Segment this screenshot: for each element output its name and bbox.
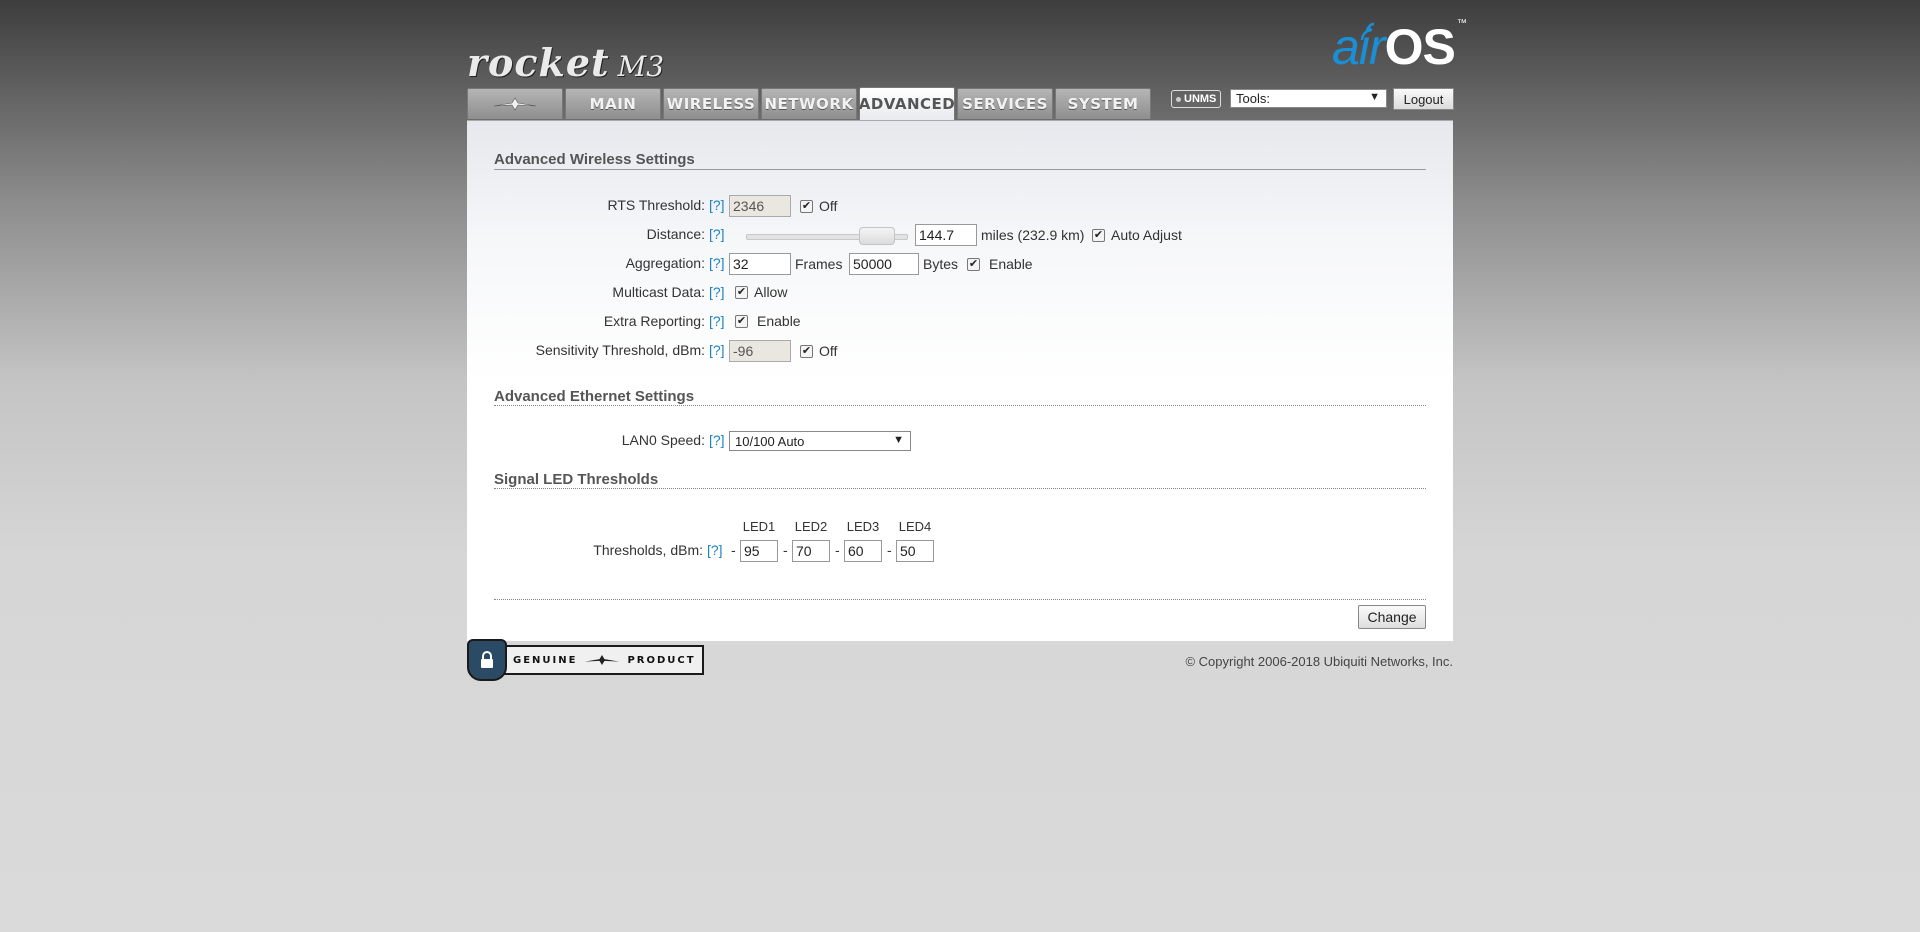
genuine-text: GENUINE [513,654,578,666]
aggregation-enable-checkbox[interactable]: ✔ [967,258,980,271]
ethernet-section-divider [494,405,1426,406]
led4-threshold-input[interactable]: 50 [896,540,934,562]
led3-dash: - [835,542,840,558]
dropdown-arrow-icon: ▼ [1369,91,1380,103]
tab-system[interactable]: SYSTEM [1055,88,1151,119]
tab-advanced[interactable]: ADVANCED [859,87,955,120]
lan0-help-link[interactable]: [?] [709,432,725,448]
led1-dash: - [731,542,736,558]
copyright-text: © Copyright 2006-2018 Ubiquiti Networks,… [1185,654,1453,669]
led3-threshold-input[interactable]: 60 [844,540,882,562]
aggregation-label: Aggregation: [625,255,705,271]
settings-panel: Advanced Wireless Settings RTS Threshold… [467,120,1453,641]
distance-help-link[interactable]: [?] [709,226,725,242]
tab-services[interactable]: SERVICES [957,88,1053,119]
rts-off-checkbox[interactable]: ✔ [800,200,813,213]
distance-label: Distance: [646,226,705,242]
actions-divider [494,599,1426,600]
ubiquiti-logo-icon [493,97,537,111]
multicast-allow-checkbox[interactable]: ✔ [735,286,748,299]
distance-units-label: miles (232.9 km) [981,227,1085,243]
rts-off-label: Off [819,198,838,214]
tab-wireless[interactable]: WIRELESS [663,88,759,119]
sensitivity-off-checkbox[interactable]: ✔ [800,345,813,358]
multicast-allow-label: Allow [754,284,788,300]
thresholds-help-link[interactable]: [?] [707,542,723,558]
product-text: PRODUCT [627,654,696,666]
tools-select-value: Tools: [1236,91,1270,106]
logout-button[interactable]: Logout [1393,88,1454,110]
bytes-label: Bytes [923,256,959,272]
rts-help-link[interactable]: [?] [709,197,725,213]
sensitivity-threshold-input[interactable]: -96 [729,340,791,362]
sensitivity-label: Sensitivity Threshold, dBm: [535,342,705,358]
brand-os: OS [1384,19,1456,75]
product-logo: rocket M3 [467,40,664,85]
lan0-speed-label: LAN0 Speed: [621,432,705,448]
genuine-product-band: GENUINE PRODUCT [499,645,704,675]
led-section-divider [494,488,1426,489]
signal-waves-icon [1360,22,1375,41]
aggregation-frames-input[interactable]: 32 [729,253,791,275]
tab-network[interactable]: NETWORK [761,88,857,119]
led1-threshold-input[interactable]: 95 [740,540,778,562]
extra-reporting-help-link[interactable]: [?] [709,313,725,329]
change-button[interactable]: Change [1358,605,1426,629]
aggregation-enable-label: Enable [989,256,1033,272]
extra-reporting-checkbox[interactable]: ✔ [735,315,748,328]
thresholds-label: Thresholds, dBm: [593,542,703,558]
led3-header: LED3 [846,519,880,534]
multicast-help-link[interactable]: [?] [709,284,725,300]
aggregation-bytes-input[interactable]: 50000 [849,253,919,275]
extra-reporting-enable-label: Enable [757,313,801,329]
led2-threshold-input[interactable]: 70 [792,540,830,562]
product-model: M3 [617,50,665,83]
dropdown-arrow-icon: ▼ [893,434,904,446]
tab-main[interactable]: MAIN [565,88,661,119]
unms-label: UNMS [1184,93,1217,105]
unms-badge[interactable]: UNMS [1171,90,1222,108]
distance-slider-handle[interactable] [858,227,895,245]
lock-shield-icon [467,639,507,681]
led1-header: LED1 [742,519,776,534]
tab-home[interactable] [467,88,563,119]
brand-tm: ™ [1456,18,1467,29]
ethernet-section-title: Advanced Ethernet Settings [494,388,695,405]
wireless-section-divider [494,169,1426,170]
wireless-section-title: Advanced Wireless Settings [494,151,695,168]
sensitivity-help-link[interactable]: [?] [709,342,725,358]
auto-adjust-label: Auto Adjust [1111,227,1182,243]
rts-threshold-input[interactable]: 2346 [729,195,791,217]
airos-logo: airOS ™ [1332,18,1467,76]
lan0-speed-value: 10/100 Auto [735,433,805,449]
aggregation-help-link[interactable]: [?] [709,255,725,271]
led-section-title: Signal LED Thresholds [494,471,659,488]
product-name: rocket [467,40,610,85]
rts-threshold-label: RTS Threshold: [607,197,705,213]
ubiquiti-logo-icon [585,655,620,665]
tools-select[interactable]: Tools: ▼ [1230,89,1387,108]
frames-label: Frames [795,256,843,272]
lan0-speed-select[interactable]: 10/100 Auto ▼ [729,431,911,451]
multicast-label: Multicast Data: [612,284,705,300]
led4-dash: - [887,542,892,558]
extra-reporting-label: Extra Reporting: [603,313,705,329]
unms-status-icon [1176,96,1181,102]
led2-header: LED2 [794,519,828,534]
led2-dash: - [783,542,788,558]
auto-adjust-checkbox[interactable]: ✔ [1092,229,1105,242]
main-tabs: MAIN WIRELESS NETWORK ADVANCED SERVICES … [467,87,1153,120]
sensitivity-off-label: Off [819,343,838,359]
distance-input[interactable]: 144.7 [915,224,977,246]
led4-header: LED4 [898,519,932,534]
genuine-product-badge: GENUINE PRODUCT [467,639,704,681]
